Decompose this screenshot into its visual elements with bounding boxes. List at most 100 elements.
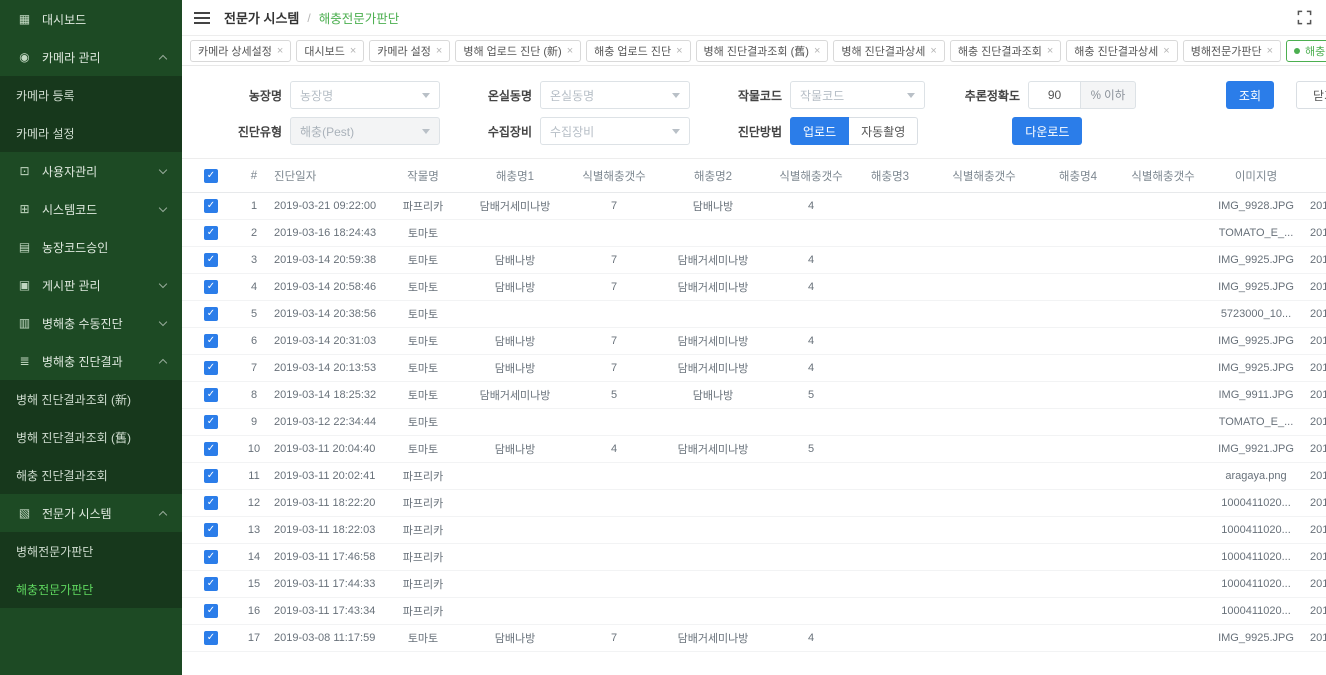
row-checkbox[interactable]: ✓ bbox=[204, 577, 218, 591]
row-checkbox[interactable]: ✓ bbox=[204, 280, 218, 294]
sidebar-item-camera-settings[interactable]: 카메라 설정 bbox=[0, 114, 182, 152]
tab-dashboard[interactable]: 대시보드× bbox=[296, 40, 364, 62]
device-placeholder: 수집장비 bbox=[550, 123, 672, 140]
fullscreen-icon[interactable] bbox=[1297, 10, 1312, 25]
farm-name-select[interactable]: 농장명 bbox=[290, 81, 440, 109]
sidebar-item-dashboard[interactable]: ▦대시보드 bbox=[0, 0, 182, 38]
table-row[interactable]: ✓102019-03-11 20:04:40토마토담배나방4담배거세미나방5IM… bbox=[182, 436, 1326, 463]
tab-insect-expert-judgment[interactable]: 해충전문가판단× bbox=[1286, 40, 1326, 62]
device-select[interactable]: 수집장비 bbox=[540, 117, 690, 145]
table-cell: 17 bbox=[240, 632, 268, 644]
table-row[interactable]: ✓112019-03-11 20:02:41파프리카aragaya.png201 bbox=[182, 463, 1326, 490]
download-button[interactable]: 다운로드 bbox=[1012, 117, 1082, 145]
crop-code-select[interactable]: 작물코드 bbox=[790, 81, 925, 109]
accuracy-input[interactable] bbox=[1028, 81, 1080, 109]
results-table: ✓#진단일자작물명해충명1식별해충갯수해충명2식별해충갯수해충명3식별해충갯수해… bbox=[182, 159, 1326, 652]
table-cell: 2019-03-11 20:04:40 bbox=[268, 443, 390, 455]
table-row[interactable]: ✓122019-03-11 18:22:20파프리카1000411020...2… bbox=[182, 490, 1326, 517]
row-checkbox[interactable]: ✓ bbox=[204, 631, 218, 645]
sidebar-item-label: 카메라 관리 bbox=[42, 49, 101, 66]
search-button[interactable]: 조회 bbox=[1226, 81, 1274, 109]
sidebar-item-board-management[interactable]: ▣게시판 관리 bbox=[0, 266, 182, 304]
sidebar-item-insect-expert-judgment[interactable]: 해충전문가판단 bbox=[0, 570, 182, 608]
tab-insect-result-detail[interactable]: 해충 진단결과상세× bbox=[1066, 40, 1177, 62]
row-checkbox[interactable]: ✓ bbox=[204, 334, 218, 348]
method-upload-button[interactable]: 업로드 bbox=[790, 117, 849, 145]
tab-close-icon[interactable]: × bbox=[676, 45, 682, 57]
close-button[interactable]: 닫기 bbox=[1296, 81, 1326, 109]
tab-close-icon[interactable]: × bbox=[350, 45, 356, 57]
sidebar-item-insect-results[interactable]: 해충 진단결과조회 bbox=[0, 456, 182, 494]
accuracy-label: 추론정확도 bbox=[948, 87, 1020, 104]
sidebar-item-disease-expert-judgment[interactable]: 병해전문가판단 bbox=[0, 532, 182, 570]
sidebar-item-user-management[interactable]: ⊡사용자관리 bbox=[0, 152, 182, 190]
sidebar-item-pest-diagnosis-results[interactable]: ≣병해충 진단결과 bbox=[0, 342, 182, 380]
row-checkbox[interactable]: ✓ bbox=[204, 469, 218, 483]
table-row[interactable]: ✓22019-03-16 18:24:43토마토TOMATO_E_...201 bbox=[182, 220, 1326, 247]
row-checkbox[interactable]: ✓ bbox=[204, 388, 218, 402]
row-checkbox[interactable]: ✓ bbox=[204, 550, 218, 564]
tab-disease-result-detail[interactable]: 병해 진단결과상세× bbox=[833, 40, 944, 62]
tab-close-icon[interactable]: × bbox=[277, 45, 283, 57]
tab-insect-results[interactable]: 해충 진단결과조회× bbox=[950, 40, 1061, 62]
table-row[interactable]: ✓52019-03-14 20:38:56토마토5723000_10...201 bbox=[182, 301, 1326, 328]
hamburger-menu-icon[interactable] bbox=[194, 12, 210, 24]
sidebar-item-label: 해충 진단결과조회 bbox=[16, 467, 108, 484]
tab-close-icon[interactable]: × bbox=[1163, 45, 1169, 57]
dashboard-icon: ▦ bbox=[16, 12, 33, 26]
tab-close-icon[interactable]: × bbox=[436, 45, 442, 57]
row-checkbox[interactable]: ✓ bbox=[204, 253, 218, 267]
table-row[interactable]: ✓152019-03-11 17:44:33파프리카1000411020...2… bbox=[182, 571, 1326, 598]
sidebar-item-camera-register[interactable]: 카메라 등록 bbox=[0, 76, 182, 114]
tab-close-icon[interactable]: × bbox=[930, 45, 936, 57]
tab-camera-settings[interactable]: 카메라 설정× bbox=[369, 40, 450, 62]
sidebar-item-expert-system[interactable]: ▧전문가 시스템 bbox=[0, 494, 182, 532]
table-row[interactable]: ✓92019-03-12 22:34:44토마토TOMATO_E_...201 bbox=[182, 409, 1326, 436]
row-checkbox[interactable]: ✓ bbox=[204, 226, 218, 240]
sidebar-item-system-code[interactable]: ⊞시스템코드 bbox=[0, 190, 182, 228]
row-checkbox[interactable]: ✓ bbox=[204, 496, 218, 510]
table-cell: 4 bbox=[772, 281, 850, 293]
row-checkbox[interactable]: ✓ bbox=[204, 604, 218, 618]
tab-disease-upload-diagnosis-new[interactable]: 병해 업로드 진단 (新)× bbox=[455, 40, 581, 62]
table-row[interactable]: ✓72019-03-14 20:13:53토마토담배나방7담배거세미나방4IMG… bbox=[182, 355, 1326, 382]
row-checkbox-cell: ✓ bbox=[204, 442, 240, 456]
diagnosis-method-filter: 진단방법 업로드 자동촬영 bbox=[710, 117, 918, 145]
method-auto-button[interactable]: 자동촬영 bbox=[849, 117, 918, 145]
table-row[interactable]: ✓162019-03-11 17:43:34파프리카1000411020...2… bbox=[182, 598, 1326, 625]
tab-close-icon[interactable]: × bbox=[567, 45, 573, 57]
tab-close-icon[interactable]: × bbox=[1267, 45, 1273, 57]
row-checkbox[interactable]: ✓ bbox=[204, 415, 218, 429]
tab-disease-expert-judgment[interactable]: 병해전문가판단× bbox=[1183, 40, 1281, 62]
row-checkbox[interactable]: ✓ bbox=[204, 307, 218, 321]
sidebar-item-disease-results-old[interactable]: 병해 진단결과조회 (舊) bbox=[0, 418, 182, 456]
select-all-checkbox[interactable]: ✓ bbox=[204, 169, 218, 183]
table-row[interactable]: ✓12019-03-21 09:22:00파프리카담배거세미나방7담배나방4IM… bbox=[182, 193, 1326, 220]
table-row[interactable]: ✓172019-03-08 11:17:59토마토담배나방7담배거세미나방4IM… bbox=[182, 625, 1326, 652]
greenhouse-select[interactable]: 온실동명 bbox=[540, 81, 690, 109]
tab-close-icon[interactable]: × bbox=[1047, 45, 1053, 57]
sidebar-item-pest-manual-diagnosis[interactable]: ▥병해충 수동진단 bbox=[0, 304, 182, 342]
table-row[interactable]: ✓42019-03-14 20:58:46토마토담배나방7담배거세미나방4IMG… bbox=[182, 274, 1326, 301]
row-checkbox[interactable]: ✓ bbox=[204, 442, 218, 456]
sidebar-item-camera-management[interactable]: ◉카메라 관리 bbox=[0, 38, 182, 76]
sidebar-item-disease-results-new[interactable]: 병해 진단결과조회 (新) bbox=[0, 380, 182, 418]
table-cell: 파프리카 bbox=[390, 198, 456, 214]
tab-close-icon[interactable]: × bbox=[814, 45, 820, 57]
sidebar-item-farm-code-approval[interactable]: ▤농장코드승인 bbox=[0, 228, 182, 266]
table-row[interactable]: ✓82019-03-14 18:25:32토마토담배거세미나방5담배나방5IMG… bbox=[182, 382, 1326, 409]
table-row[interactable]: ✓142019-03-11 17:46:58파프리카1000411020...2… bbox=[182, 544, 1326, 571]
chevron-down-icon bbox=[672, 93, 680, 98]
row-checkbox[interactable]: ✓ bbox=[204, 361, 218, 375]
tab-disease-results-old[interactable]: 병해 진단결과조회 (舊)× bbox=[696, 40, 829, 62]
table-cell: 201 bbox=[1304, 497, 1326, 509]
table-row[interactable]: ✓132019-03-11 18:22:03파프리카1000411020...2… bbox=[182, 517, 1326, 544]
tab-insect-upload-diagnosis[interactable]: 해충 업로드 진단× bbox=[586, 40, 690, 62]
diagnosis-type-select[interactable]: 해충(Pest) bbox=[290, 117, 440, 145]
tab-camera-detail-settings[interactable]: 카메라 상세설정× bbox=[190, 40, 291, 62]
table-row[interactable]: ✓32019-03-14 20:59:38토마토담배나방7담배거세미나방4IMG… bbox=[182, 247, 1326, 274]
table-row[interactable]: ✓62019-03-14 20:31:03토마토담배나방7담배거세미나방4IMG… bbox=[182, 328, 1326, 355]
table-cell: 201 bbox=[1304, 254, 1326, 266]
row-checkbox[interactable]: ✓ bbox=[204, 199, 218, 213]
row-checkbox[interactable]: ✓ bbox=[204, 523, 218, 537]
